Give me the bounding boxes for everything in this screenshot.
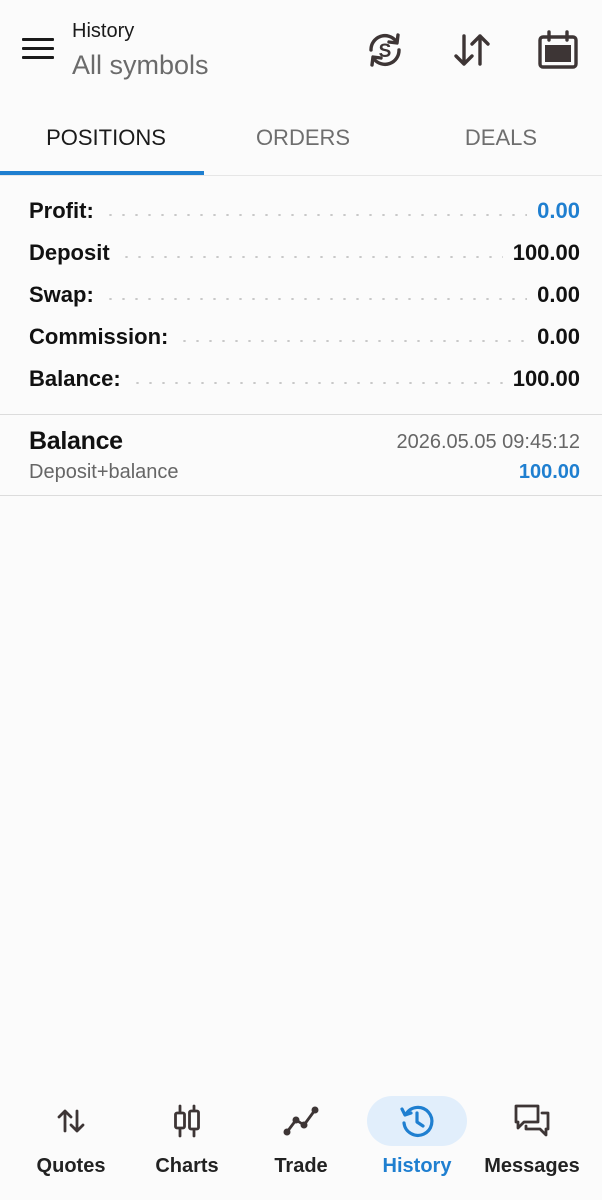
summary-label: Swap:: [29, 282, 94, 307]
summary-label: Commission:: [29, 324, 169, 349]
app-bar: History All symbols S: [0, 0, 602, 100]
dotted-leader: [130, 382, 503, 384]
symbol-selector[interactable]: All symbols: [72, 50, 209, 81]
tab-orders[interactable]: ORDERS: [202, 100, 404, 176]
nav-icon-container: [21, 1096, 121, 1146]
nav-history[interactable]: History: [367, 1085, 467, 1200]
tab-deals[interactable]: DEALS: [400, 100, 602, 176]
divider: [0, 495, 602, 496]
nav-icon-container: [251, 1096, 351, 1146]
deal-time: 2026.05.05 09:45:12: [396, 431, 580, 453]
quotes-arrows-icon: [57, 1109, 85, 1133]
nav-messages[interactable]: Messages: [482, 1085, 582, 1200]
menu-icon: [22, 38, 54, 41]
summary-row-profit: Profit: 0.00: [0, 190, 602, 232]
menu-button[interactable]: [22, 38, 54, 62]
nav-icon-container: [367, 1096, 467, 1146]
summary-value: 0.00: [537, 282, 580, 307]
messages-icon: [514, 1104, 550, 1137]
summary-panel: Profit: 0.00 Deposit 100.00 Swap: 0.00 C…: [0, 190, 602, 400]
sort-arrows-icon: [454, 34, 490, 66]
calendar-button[interactable]: [536, 28, 580, 72]
active-tab-indicator: [0, 171, 204, 175]
dotted-leader: [178, 340, 528, 342]
nav-icon-container: [482, 1096, 582, 1146]
nav-charts[interactable]: Charts: [137, 1085, 237, 1200]
summary-row-deposit: Deposit 100.00: [0, 232, 602, 274]
nav-icon-container: [137, 1096, 237, 1146]
sort-button[interactable]: [450, 28, 494, 72]
trade-line-icon: [283, 1106, 319, 1136]
candlestick-icon: [174, 1104, 200, 1138]
menu-icon-bar: [22, 47, 54, 50]
nav-quotes[interactable]: Quotes: [21, 1085, 121, 1200]
nav-label: History: [382, 1155, 452, 1177]
currency-sync-icon: S: [369, 33, 401, 67]
dotted-leader: [103, 214, 528, 216]
nav-label: Trade: [274, 1155, 328, 1177]
summary-label: Profit:: [29, 198, 94, 223]
tab-positions[interactable]: POSITIONS: [0, 100, 212, 176]
deal-comment: Deposit+balance: [29, 461, 179, 483]
summary-label: Deposit: [29, 240, 110, 265]
list-item[interactable]: Balance 2026.05.05 09:45:12 Deposit+bala…: [0, 415, 602, 495]
summary-value: 0.00: [537, 198, 580, 223]
nav-label: Charts: [155, 1155, 219, 1177]
summary-row-balance: Balance: 100.00: [0, 358, 602, 400]
summary-value: 100.00: [512, 240, 580, 265]
menu-icon-bar: [22, 56, 54, 59]
summary-row-swap: Swap: 0.00: [0, 274, 602, 316]
summary-row-commission: Commission: 0.00: [0, 316, 602, 358]
history-clock-icon: [400, 1105, 434, 1137]
dotted-leader: [103, 298, 528, 300]
bottom-navigation: Quotes Charts Trade History Messages: [0, 1085, 602, 1200]
nav-trade[interactable]: Trade: [251, 1085, 351, 1200]
summary-label: Balance:: [29, 366, 121, 391]
svg-text:S: S: [379, 41, 392, 62]
dotted-leader: [119, 256, 503, 258]
deal-amount: 100.00: [518, 461, 580, 483]
header-subtitle: History: [72, 20, 135, 42]
history-tabs: POSITIONS ORDERS DEALS: [0, 100, 602, 176]
deal-type: Balance: [29, 427, 123, 455]
sync-button[interactable]: S: [363, 28, 407, 72]
summary-value: 100.00: [512, 366, 580, 391]
nav-label: Messages: [484, 1155, 580, 1177]
calendar-icon: [538, 30, 578, 69]
summary-value: 0.00: [537, 324, 580, 349]
nav-label: Quotes: [36, 1155, 106, 1177]
